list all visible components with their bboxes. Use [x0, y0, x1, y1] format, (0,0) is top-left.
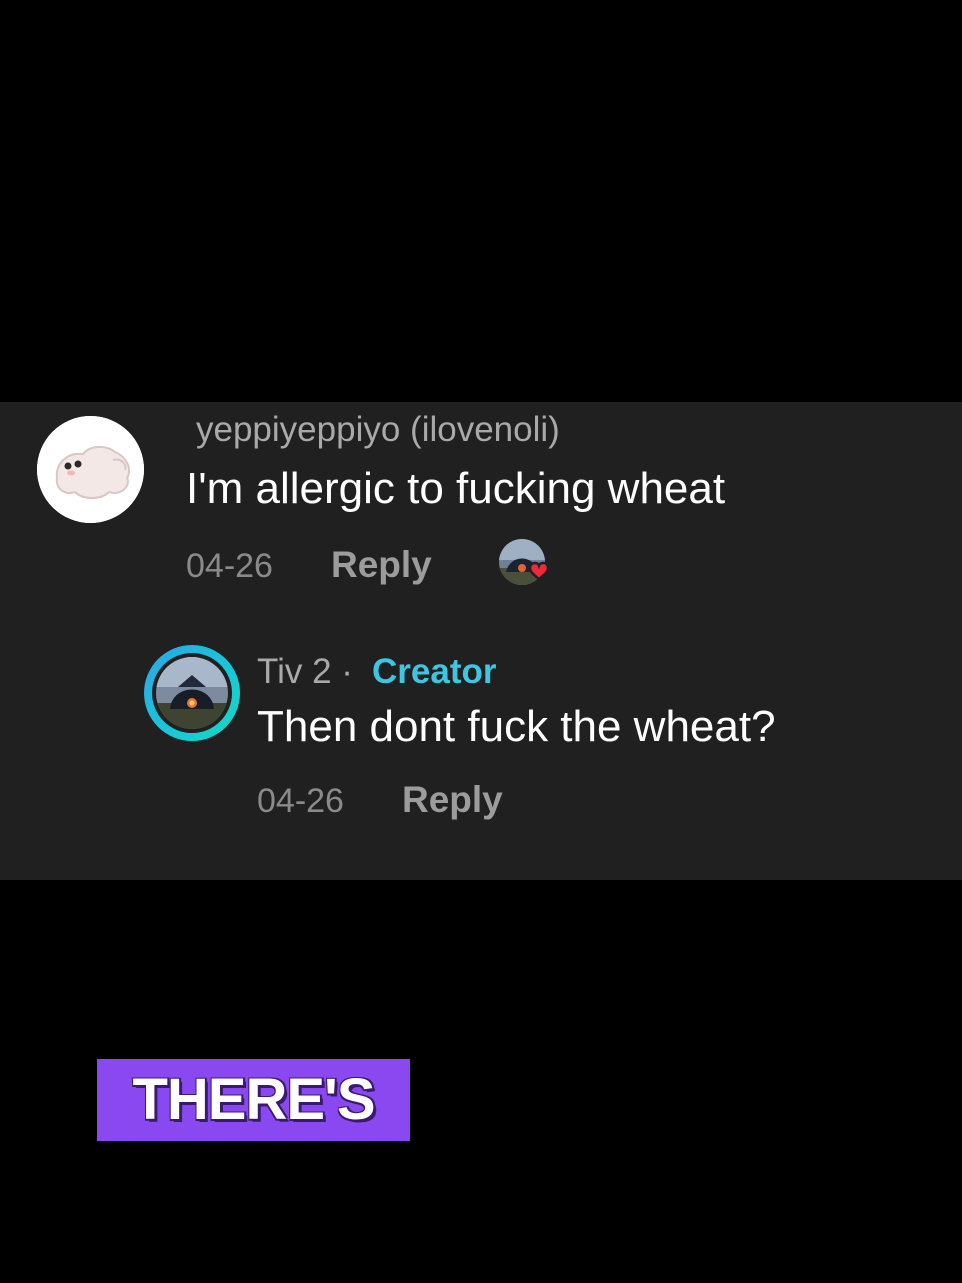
reply-date: 04-26 — [257, 782, 344, 820]
caption-text: THERE'S — [132, 1067, 375, 1132]
comment-date: 04-26 — [186, 547, 273, 585]
comment-username[interactable]: yeppiyeppiyo (ilovenoli) — [196, 408, 560, 452]
commenter-avatar[interactable] — [37, 416, 144, 523]
creator-avatar-photo — [156, 657, 228, 729]
reply-username[interactable]: Tiv 2 · — [257, 650, 353, 694]
caption-box: THERE'S — [97, 1059, 410, 1141]
reply-text: Then dont fuck the wheat? — [257, 702, 776, 751]
reply-button[interactable]: Reply — [402, 778, 503, 822]
creator-avatar-icon — [156, 657, 228, 729]
creator-avatar[interactable] — [144, 645, 240, 741]
liked-by-creator-icon — [498, 538, 556, 588]
ghost-avatar-icon — [37, 416, 144, 523]
comment-text: I'm allergic to fucking wheat — [186, 464, 726, 513]
creator-badge: Creator — [372, 652, 497, 691]
reply-button[interactable]: Reply — [331, 543, 432, 587]
avatar-ring-inner — [152, 653, 232, 733]
